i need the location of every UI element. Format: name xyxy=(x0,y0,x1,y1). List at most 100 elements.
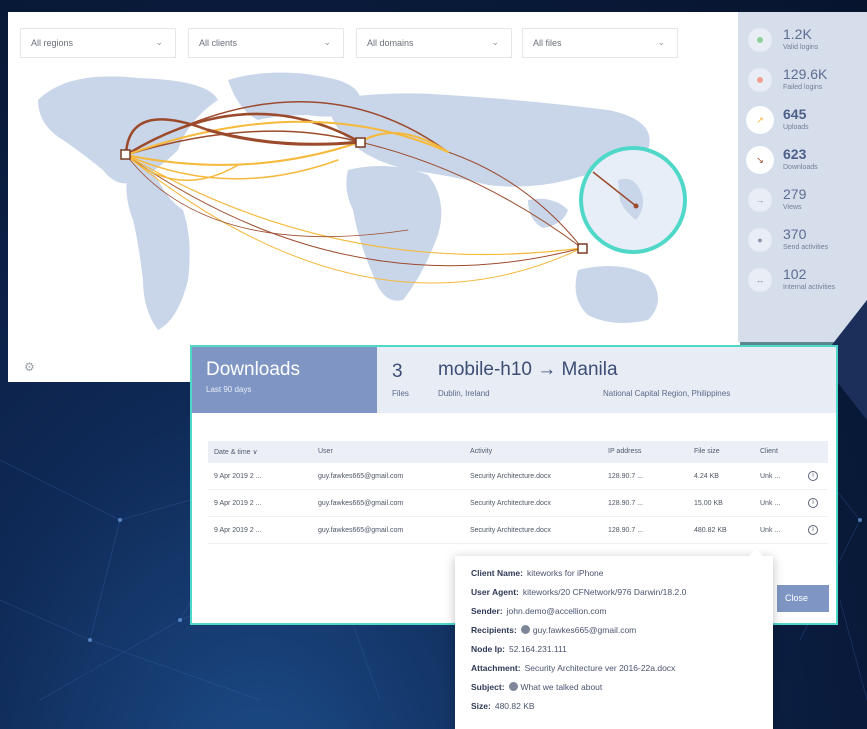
cell-user: guy.fawkes665@gmail.com xyxy=(318,527,404,534)
card-header: Downloads Last 90 days 3 Files mobile-h1… xyxy=(192,347,836,413)
close-button[interactable]: Close xyxy=(777,585,829,612)
file-count: 3 xyxy=(392,361,403,382)
filter-bar: All regions ⌄ All clients ⌄ All domains … xyxy=(20,28,700,58)
south-america-shape xyxy=(126,166,190,330)
cell-activity: Security Architecture.docx xyxy=(470,500,551,507)
cell-client: Unk ... xyxy=(760,500,781,507)
stat-label: Failed logins xyxy=(783,84,823,91)
info-icon[interactable]: i xyxy=(808,525,818,535)
cell-size: 15.00 KB xyxy=(694,500,723,507)
file-filter[interactable]: All files ⌄ xyxy=(522,28,678,58)
card-title-block: Downloads Last 90 days xyxy=(192,347,377,413)
stat-label: Downloads xyxy=(783,164,818,171)
chevron-down-icon: ⌄ xyxy=(657,37,665,47)
stat-label: Views xyxy=(783,204,802,211)
world-map[interactable] xyxy=(8,60,740,382)
origin-location: Dublin, Ireland xyxy=(438,389,490,398)
cell-size: 4.24 KB xyxy=(694,473,719,480)
stat-value: 623 xyxy=(783,146,807,162)
internal-icon: ↔ xyxy=(748,268,772,292)
stat-views[interactable]: → 279 Views xyxy=(738,182,867,222)
column-user[interactable]: User xyxy=(318,448,333,455)
tooltip-recipients: Recipients: guy.fawkes665@gmail.com xyxy=(471,625,637,635)
cell-size: 480.82 KB xyxy=(694,527,727,534)
table-header: Date & time ∨ User Activity IP address F… xyxy=(208,441,828,463)
activity-dashboard: All regions ⌄ All clients ⌄ All domains … xyxy=(8,12,740,382)
client-details-tooltip: Client Name: kiteworks for iPhone User Ag… xyxy=(455,549,773,729)
upload-icon: ↗ xyxy=(748,108,772,132)
stat-value: 1.2K xyxy=(783,26,812,42)
cell-date: 9 Apr 2019 2 ... xyxy=(214,527,262,534)
stat-valid-logins[interactable]: 1.2K Valid logins xyxy=(738,22,867,62)
region-filter-label: All regions xyxy=(31,38,74,48)
table-row[interactable]: 9 Apr 2019 2 ... guy.fawkes665@gmail.com… xyxy=(208,463,828,490)
cell-client: Unk ... xyxy=(760,473,781,480)
table-row[interactable]: 9 Apr 2019 2 ... guy.fawkes665@gmail.com… xyxy=(208,517,828,544)
chevron-down-icon: ⌄ xyxy=(323,37,331,47)
stat-value: 279 xyxy=(783,186,807,202)
stat-label: Internal activities xyxy=(783,284,836,291)
stat-downloads[interactable]: ↘ 623 Downloads xyxy=(738,142,867,182)
domain-filter-label: All domains xyxy=(367,38,414,48)
settings-icon[interactable]: ⚙ xyxy=(24,360,38,374)
file-filter-label: All files xyxy=(533,38,562,48)
region-filter[interactable]: All regions ⌄ xyxy=(20,28,176,58)
stat-uploads[interactable]: ↗ 645 Uploads xyxy=(738,102,867,142)
tooltip-client-name: Client Name: kiteworks for iPhone xyxy=(471,568,604,578)
client-filter-label: All clients xyxy=(199,38,238,48)
login-success-icon xyxy=(748,28,772,52)
column-client[interactable]: Client xyxy=(760,448,778,455)
column-activity[interactable]: Activity xyxy=(470,448,492,455)
info-icon[interactable]: i xyxy=(808,498,818,508)
card-subtitle: Last 90 days xyxy=(206,385,252,394)
column-ip[interactable]: IP address xyxy=(608,448,641,455)
stat-label: Send activities xyxy=(783,244,829,251)
stat-value: 370 xyxy=(783,226,807,242)
cell-ip: 128.90.7 ... xyxy=(608,473,644,480)
stat-value: 102 xyxy=(783,266,807,282)
stat-send-activities[interactable]: ● 370 Send activities xyxy=(738,222,867,262)
card-title: Downloads xyxy=(206,359,300,380)
stats-sidebar: 1.2K Valid logins 129.6K Failed logins ↗… xyxy=(738,12,867,342)
north-america-shape xyxy=(38,76,218,184)
download-icon: ↘ xyxy=(748,148,772,172)
stat-internal-activities[interactable]: ↔ 102 Internal activities xyxy=(738,262,867,302)
australia-shape xyxy=(575,266,658,324)
node-marker[interactable] xyxy=(120,149,131,160)
tooltip-attachment: Attachment: Security Architecture ver 201… xyxy=(471,663,676,673)
route-title: mobile-h10 → Manila xyxy=(438,359,618,380)
column-date[interactable]: Date & time ∨ xyxy=(214,448,258,456)
cell-activity: Security Architecture.docx xyxy=(470,473,551,480)
send-icon: ● xyxy=(748,228,772,252)
cell-ip: 128.90.7 ... xyxy=(608,500,644,507)
info-icon[interactable]: i xyxy=(808,471,818,481)
tooltip-sender: Sender: john.demo@accellion.com xyxy=(471,606,607,616)
cell-user: guy.fawkes665@gmail.com xyxy=(318,500,404,507)
cell-user: guy.fawkes665@gmail.com xyxy=(318,473,404,480)
stat-failed-logins[interactable]: 129.6K Failed logins xyxy=(738,62,867,102)
tooltip-subject: Subject: What we talked about xyxy=(471,682,603,692)
chevron-down-icon: ⌄ xyxy=(155,37,163,47)
user-icon xyxy=(520,625,530,634)
stat-label: Valid logins xyxy=(783,44,819,51)
cell-date: 9 Apr 2019 2 ... xyxy=(214,473,262,480)
stat-label: Uploads xyxy=(783,124,809,131)
destination-location: National Capital Region, Philippines xyxy=(603,389,731,398)
login-failed-icon xyxy=(748,68,772,92)
tooltip-size: Size: 480.82 KB xyxy=(471,701,535,711)
node-marker[interactable] xyxy=(355,137,366,148)
tooltip-node-ip: Node Ip: 52.164.231.111 xyxy=(471,644,567,654)
stat-value: 645 xyxy=(783,106,807,122)
shield-icon xyxy=(508,682,518,691)
tooltip-user-agent: User Agent: kiteworks/20 CFNetwork/976 Da… xyxy=(471,587,687,597)
cell-ip: 128.90.7 ... xyxy=(608,527,644,534)
cell-activity: Security Architecture.docx xyxy=(470,527,551,534)
chevron-down-icon: ⌄ xyxy=(491,37,499,47)
domain-filter[interactable]: All domains ⌄ xyxy=(356,28,512,58)
column-size[interactable]: File size xyxy=(694,448,720,455)
client-filter[interactable]: All clients ⌄ xyxy=(188,28,344,58)
stat-value: 129.6K xyxy=(783,66,828,82)
table-row[interactable]: 9 Apr 2019 2 ... guy.fawkes665@gmail.com… xyxy=(208,490,828,517)
file-count-label: Files xyxy=(392,389,409,398)
node-marker[interactable] xyxy=(577,243,588,254)
